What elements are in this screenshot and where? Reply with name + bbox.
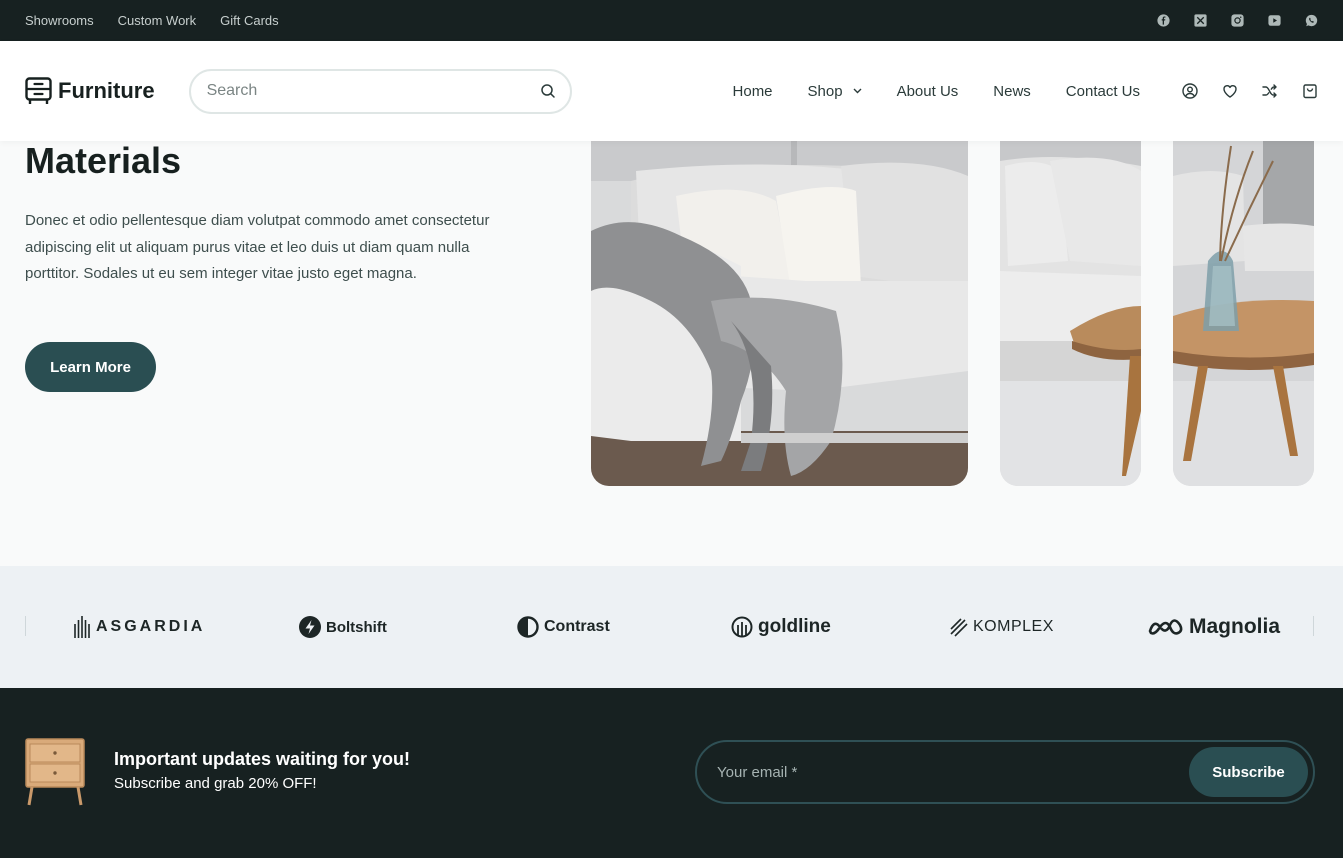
youtube-icon[interactable] <box>1267 14 1281 28</box>
hero-title: Materials <box>25 140 182 181</box>
whatsapp-icon[interactable] <box>1304 14 1318 28</box>
brand-divider <box>25 616 26 636</box>
top-link-gift-cards[interactable]: Gift Cards <box>220 13 279 28</box>
contrast-logo-icon <box>517 616 539 638</box>
main-header: Furniture Home Shop About Us News Contac… <box>0 41 1343 141</box>
top-link-custom-work[interactable]: Custom Work <box>118 13 197 28</box>
newsletter-subtitle: Subscribe and grab 20% OFF! <box>114 775 317 792</box>
instagram-icon[interactable] <box>1230 14 1244 28</box>
top-link-showrooms[interactable]: Showrooms <box>25 13 94 28</box>
brand-divider <box>1313 616 1314 636</box>
header-actions <box>1182 83 1318 99</box>
brand-asgardia-name: ASGARDIA <box>96 618 206 635</box>
chevron-down-icon <box>853 88 862 94</box>
asgardia-logo-icon <box>74 616 90 638</box>
wishlist-heart-icon[interactable] <box>1222 83 1238 99</box>
hero-image-sofa <box>591 141 968 486</box>
brand-boltshift-name: Boltshift <box>326 618 387 636</box>
account-icon[interactable] <box>1182 83 1198 99</box>
brand-contrast: Contrast <box>517 614 610 640</box>
brand-magnolia-name: Magnolia <box>1189 615 1281 638</box>
search-box <box>188 68 572 114</box>
brand-komplex: KOMPLEX <box>950 614 1054 640</box>
nav-about-us[interactable]: About Us <box>897 83 959 100</box>
newsletter-title: Important updates waiting for you! <box>114 749 410 769</box>
magnolia-logo-icon <box>1148 619 1183 635</box>
subscribe-button[interactable]: Subscribe <box>1189 747 1308 797</box>
bolt-logo-icon <box>299 616 321 638</box>
social-links <box>1156 14 1318 28</box>
brand-goldline-name: goldline <box>758 616 831 637</box>
cart-bag-icon[interactable] <box>1302 83 1318 99</box>
brand-magnolia: Magnolia <box>1148 614 1280 640</box>
logo[interactable]: Furniture <box>25 77 155 105</box>
hero-image-sofa-detail <box>1000 141 1141 486</box>
dresser-logo-icon <box>25 77 52 104</box>
nav-shop-label: Shop <box>807 82 843 100</box>
logo-text: Furniture <box>58 78 155 103</box>
nav-home-label: Home <box>732 82 773 100</box>
brand-asgardia: ASGARDIA <box>73 614 205 640</box>
nav-shop[interactable]: Shop <box>808 83 862 100</box>
nav-contact-us[interactable]: Contact Us <box>1066 83 1140 100</box>
nightstand-image <box>25 738 85 806</box>
top-links: Showrooms Custom Work Gift Cards <box>25 13 279 28</box>
main-nav: Home Shop About Us News Contact Us <box>733 83 1140 100</box>
nav-news[interactable]: News <box>993 83 1031 100</box>
brand-contrast-name: Contrast <box>544 618 610 635</box>
search-icon[interactable] <box>540 83 556 99</box>
brand-goldline: goldline <box>731 614 831 640</box>
komplex-logo-icon <box>950 618 968 637</box>
nav-contact-label: Contact Us <box>1065 82 1140 100</box>
facebook-icon[interactable] <box>1156 14 1170 28</box>
x-twitter-icon[interactable] <box>1193 14 1207 28</box>
nav-news-label: News <box>993 82 1031 100</box>
top-bar: Showrooms Custom Work Gift Cards <box>0 0 1343 41</box>
search-input[interactable] <box>206 82 540 100</box>
compare-shuffle-icon[interactable] <box>1262 83 1278 99</box>
goldline-logo-icon <box>731 616 753 638</box>
brand-komplex-name: KOMPLEX <box>973 618 1054 635</box>
email-input[interactable] <box>717 763 1189 781</box>
hero-description: Donec et odio pellentesque diam volutpat… <box>25 212 490 282</box>
brand-boltshift: Boltshift <box>299 614 387 640</box>
learn-more-button[interactable]: Learn More <box>25 342 156 392</box>
nav-about-label: About Us <box>896 82 959 100</box>
nav-home[interactable]: Home <box>733 83 773 100</box>
hero-image-coffee-table <box>1173 141 1314 486</box>
newsletter-form: Subscribe <box>695 740 1315 804</box>
